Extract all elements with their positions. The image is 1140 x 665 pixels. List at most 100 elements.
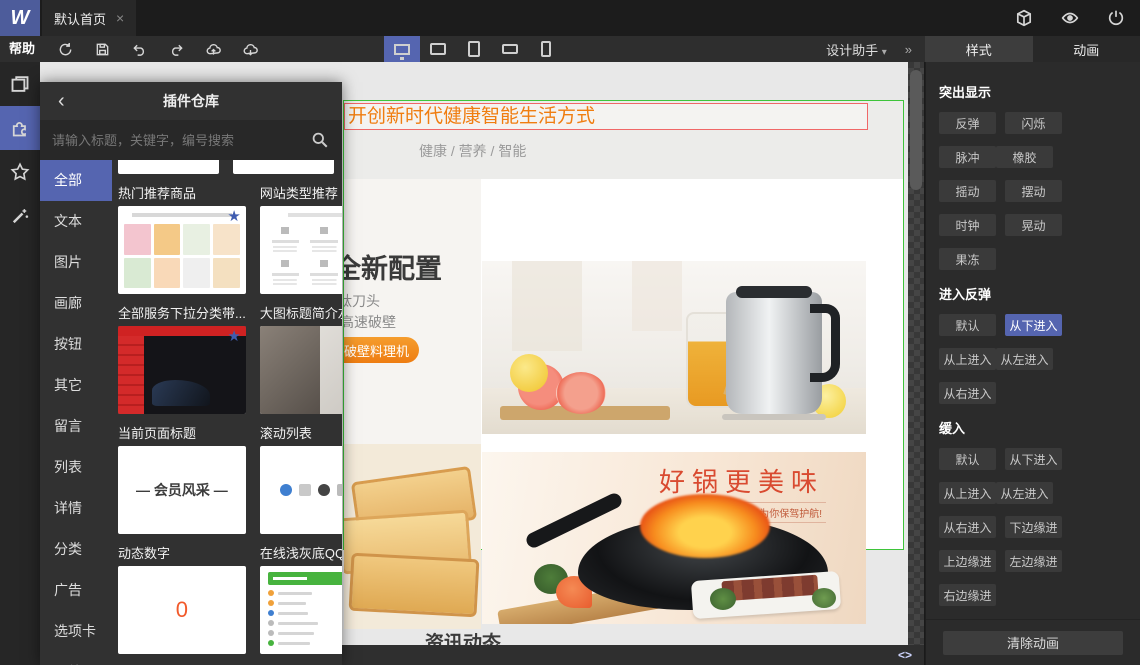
animation-option-button[interactable]: 晃动 <box>1005 214 1062 236</box>
animation-option-button[interactable]: 下边缘进 <box>1005 516 1062 538</box>
product-block[interactable]: 全新配置 钛刀头 分高速破壁 热破壁料理机 <box>344 179 903 629</box>
eye-icon[interactable] <box>1060 8 1080 28</box>
scrolled-cards-partial <box>118 160 334 174</box>
category-item[interactable]: 画廊 <box>40 283 112 324</box>
plugin-card-label: 当前页面标题 <box>118 426 197 441</box>
animation-option-button[interactable]: 上边缘进 <box>939 550 996 572</box>
plugin-card-thumb[interactable]: ★ <box>259 206 342 294</box>
tab-close-icon[interactable]: × <box>116 10 124 26</box>
favorite-star-icon[interactable]: ★ <box>227 209 240 224</box>
tab-animation[interactable]: 动画 <box>1032 36 1140 62</box>
animation-option-button[interactable]: 摆动 <box>1005 180 1062 202</box>
animation-option-button[interactable]: 左边缘进 <box>1005 550 1062 572</box>
phone-landscape-icon <box>502 44 518 54</box>
rail-star-button[interactable] <box>0 150 40 194</box>
refresh-icon[interactable] <box>55 39 75 59</box>
power-icon[interactable] <box>1106 8 1126 28</box>
animation-option-button[interactable]: 从上进入 <box>939 348 996 370</box>
rail-puzzle-button[interactable] <box>0 106 40 150</box>
rail-wand-button[interactable] <box>0 194 40 238</box>
category-item[interactable]: 其它 <box>40 365 112 406</box>
plugin-card-thumb[interactable]: ★ <box>259 326 342 414</box>
plugin-cards-list[interactable]: 热门推荐商品 ★ 网站类型推荐 ★ 全部服务下拉分类带... ★ 大图标题简介左右切... ★… <box>112 160 342 665</box>
animation-option-button[interactable]: 右边缘进 <box>939 584 996 606</box>
animation-option-button[interactable]: 时钟 <box>939 214 996 236</box>
app-root: W 默认首页 × 帮助 设计助手 ▾ » 样式 动画 开创新时代健康智能生活方式… <box>0 0 1140 665</box>
category-item[interactable]: 广告 <box>40 570 112 611</box>
plugin-card-thumb[interactable]: ★ <box>259 446 342 534</box>
plugin-search-input[interactable] <box>52 132 302 148</box>
animation-option-button[interactable]: 从左进入 <box>996 482 1053 504</box>
rail-pages-button[interactable] <box>0 62 40 106</box>
category-item[interactable]: 列表 <box>40 447 112 488</box>
device-phone-landscape-button[interactable] <box>492 36 528 62</box>
category-item[interactable]: 图片 <box>40 242 112 283</box>
animation-option-button[interactable]: 从下进入 <box>1005 314 1062 336</box>
animation-option-button[interactable]: 脉冲 <box>939 146 996 168</box>
device-tablet-landscape-button[interactable] <box>420 36 456 62</box>
canvas-scrollbar[interactable] <box>908 62 924 665</box>
card-partial[interactable] <box>118 160 219 174</box>
animation-option-button[interactable]: 摇动 <box>939 180 996 202</box>
toast-image[interactable] <box>344 444 481 629</box>
hero-subtitle[interactable]: 健康 / 营养 / 智能 <box>419 141 526 161</box>
selected-section-outline[interactable]: 开创新时代健康智能生活方式 健康 / 营养 / 智能 全新配置 钛刀头 分高速破… <box>343 100 904 629</box>
animation-group: 突出显示 反弹 闪烁 脉冲 橡胶 摇动 摆动 时钟 晃动 果冻 <box>939 82 1127 282</box>
redo-icon[interactable] <box>166 39 186 59</box>
category-item[interactable]: 全部 <box>40 160 112 201</box>
category-item[interactable]: 导航 <box>40 652 112 665</box>
animation-option-button[interactable]: 从上进入 <box>939 482 996 504</box>
tab-style[interactable]: 样式 <box>925 36 1033 62</box>
wok-banner-image[interactable]: 好锅更美味 无忧购物，至诚服务为你保驾护航! Warm Home <box>482 452 866 624</box>
clear-animation-button[interactable]: 清除动画 <box>943 630 1123 655</box>
plugin-card-thumb[interactable]: 0 <box>118 566 246 654</box>
search-icon[interactable] <box>310 130 330 150</box>
left-rail <box>0 62 40 665</box>
plugin-card-thumb[interactable]: ★ <box>118 326 246 414</box>
device-tablet-portrait-button[interactable] <box>456 36 492 62</box>
animation-option-button[interactable]: 从下进入 <box>1005 448 1062 470</box>
device-desktop-button[interactable] <box>384 36 420 62</box>
plugin-card-label: 全部服务下拉分类带... <box>118 306 246 321</box>
category-item[interactable]: 详情 <box>40 488 112 529</box>
favorite-star-icon[interactable]: ★ <box>227 329 240 344</box>
category-item[interactable]: 按钮 <box>40 324 112 365</box>
save-icon[interactable] <box>92 39 112 59</box>
help-button[interactable]: 帮助 <box>9 36 35 62</box>
category-item[interactable]: 分类 <box>40 529 112 570</box>
design-assistant-dropdown[interactable]: 设计助手 ▾ <box>826 40 887 59</box>
plugin-card-cell: 当前页面标题 — 会员风采 — <box>118 424 246 534</box>
undo-icon[interactable] <box>129 39 149 59</box>
plugin-card-thumb[interactable]: ★ <box>118 206 246 294</box>
cloud-download-icon[interactable] <box>240 39 260 59</box>
animation-groups: 突出显示 反弹 闪烁 脉冲 橡胶 摇动 摆动 时钟 晃动 果冻 进入反弹 默认 从下进入 从上进入 从左进入… <box>939 82 1127 665</box>
package-icon[interactable] <box>1014 8 1034 28</box>
animation-option-button[interactable]: 默认 <box>939 448 996 470</box>
animation-option-button[interactable]: 果冻 <box>939 248 996 270</box>
plugin-card-thumb[interactable] <box>259 566 342 654</box>
plugin-card-label: 大图标题简介左右切... <box>259 306 342 321</box>
card-partial[interactable] <box>233 160 334 174</box>
collapse-panel-button[interactable]: » <box>905 42 912 57</box>
code-view-icon[interactable]: <> <box>898 648 912 662</box>
device-phone-portrait-button[interactable] <box>528 36 564 62</box>
hero-title-box[interactable]: 开创新时代健康智能生活方式 <box>344 103 868 130</box>
category-item[interactable]: 留言 <box>40 406 112 447</box>
product-button[interactable]: 热破壁料理机 <box>344 337 419 363</box>
back-icon[interactable]: ‹ <box>58 91 65 111</box>
category-item[interactable]: 文本 <box>40 201 112 242</box>
category-item[interactable]: 选项卡 <box>40 611 112 652</box>
scrollbar-thumb[interactable] <box>910 70 922 190</box>
animation-option-button[interactable]: 反弹 <box>939 112 996 134</box>
animation-option-button[interactable]: 从右进入 <box>939 382 996 404</box>
right-panel-tabs: 样式 动画 <box>925 36 1140 62</box>
kettle-banner-image[interactable] <box>482 261 866 434</box>
plugin-card-thumb[interactable]: — 会员风采 — <box>118 446 246 534</box>
cloud-upload-icon[interactable] <box>203 39 223 59</box>
animation-option-button[interactable]: 默认 <box>939 314 996 336</box>
animation-option-button[interactable]: 从左进入 <box>996 348 1053 370</box>
animation-option-button[interactable]: 从右进入 <box>939 516 996 538</box>
animation-option-button[interactable]: 闪烁 <box>1005 112 1062 134</box>
page-tab[interactable]: 默认首页 × <box>42 0 137 36</box>
animation-option-button[interactable]: 橡胶 <box>996 146 1053 168</box>
